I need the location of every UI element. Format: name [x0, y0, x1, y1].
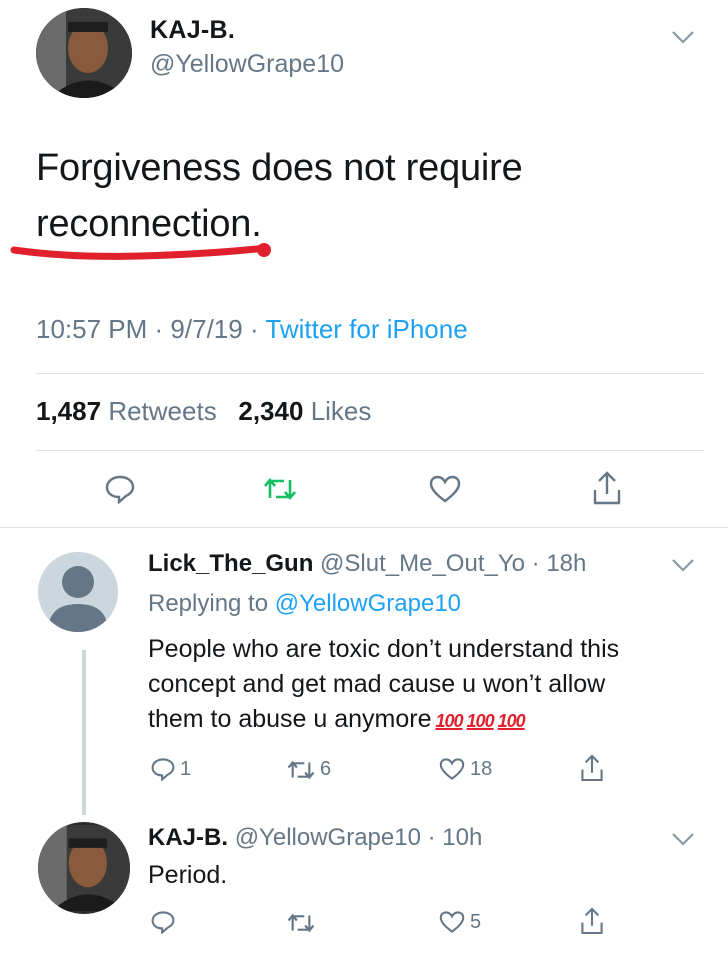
retweet-button[interactable]	[286, 912, 316, 934]
likes-stat[interactable]: 2,340 Likes	[238, 396, 371, 426]
avatar[interactable]	[36, 8, 132, 98]
retweet-count: 6	[320, 758, 332, 780]
profile-placeholder-icon	[38, 552, 118, 632]
tweet-stats: 1,487 Retweets 2,340 Likes	[36, 396, 371, 427]
reply-age: 18h	[546, 550, 587, 577]
replying-to-label: Replying to	[148, 590, 269, 617]
replying-to: Replying to @YellowGrape10	[148, 590, 461, 618]
likes-count: 2,340	[238, 396, 304, 426]
divider	[36, 450, 704, 451]
tweet-time: 10:57 PM	[36, 314, 148, 344]
likes-label: Likes	[310, 396, 372, 426]
reply-icon	[105, 475, 135, 504]
red-underline-annotation	[10, 243, 271, 260]
reply-age: 10h	[442, 824, 483, 851]
separator: ·	[420, 824, 443, 851]
replying-to-handle[interactable]: @YellowGrape10	[275, 590, 461, 617]
reply-text-line: them to abuse u anymore 100 100 100	[148, 702, 708, 739]
reply-text: People who are toxic don’t understand th…	[148, 632, 708, 739]
divider	[0, 527, 728, 528]
retweets-stat[interactable]: 1,487 Retweets	[36, 396, 217, 426]
like-count: 5	[470, 910, 482, 933]
reply-text-line: concept and get mad cause u won’t allow	[148, 670, 606, 698]
like-button[interactable]	[428, 474, 462, 504]
share-icon	[581, 907, 603, 935]
like-icon	[429, 475, 461, 503]
reply-text-line: People who are toxic don’t understand th…	[148, 635, 620, 663]
hundred-points-emoji: 100	[435, 711, 464, 731]
divider	[36, 373, 704, 374]
tweet-text-line: Forgiveness does not require	[36, 147, 523, 189]
reply-count: 1	[180, 757, 192, 780]
like-count: 18	[470, 757, 493, 780]
tweet-source-link[interactable]: Twitter for iPhone	[265, 314, 467, 344]
hundred-points-emoji: 100	[466, 711, 495, 731]
like-icon	[439, 911, 465, 933]
retweet-button[interactable]: 6	[286, 758, 331, 781]
share-icon	[581, 754, 603, 782]
separator: ·	[154, 314, 171, 344]
reply-button[interactable]	[104, 474, 136, 504]
hundred-points-emoji: 100	[497, 711, 526, 731]
separator: ·	[524, 550, 547, 577]
retweet-icon	[287, 760, 315, 779]
author-name[interactable]: KAJ-B.	[150, 16, 235, 45]
reply-author-handle[interactable]: @Slut_Me_Out_Yo	[320, 550, 525, 577]
share-button[interactable]	[580, 753, 604, 783]
reply-header: Lick_The_Gun @Slut_Me_Out_Yo · 18h	[148, 550, 586, 578]
reply-author-name[interactable]: Lick_The_Gun	[148, 550, 313, 577]
reply-button[interactable]	[150, 910, 176, 934]
like-button[interactable]: 18	[438, 757, 492, 781]
chevron-down-icon[interactable]	[670, 556, 696, 574]
reply-author-handle[interactable]: @YellowGrape10	[235, 824, 421, 851]
chevron-down-icon[interactable]	[670, 28, 696, 46]
share-button[interactable]	[592, 470, 622, 506]
like-button[interactable]: 5	[438, 910, 481, 934]
retweet-icon	[287, 913, 315, 933]
thread-connector	[82, 650, 86, 815]
chevron-down-icon[interactable]	[670, 830, 696, 848]
reply-button[interactable]: 1	[150, 757, 191, 781]
reply-icon	[151, 758, 175, 781]
share-button[interactable]	[580, 906, 604, 936]
avatar[interactable]	[38, 822, 130, 914]
separator: ·	[249, 314, 266, 344]
retweet-icon	[264, 477, 296, 501]
retweets-count: 1,487	[36, 396, 102, 426]
reply-author-name[interactable]: KAJ-B.	[148, 824, 228, 851]
share-icon	[593, 471, 621, 505]
reply-icon	[151, 911, 175, 934]
tweet-header: KAJ-B. @YellowGrape10	[0, 0, 728, 110]
retweets-label: Retweets	[108, 396, 217, 426]
like-icon	[439, 758, 465, 780]
reply-header: KAJ-B. @YellowGrape10 · 10h	[148, 824, 482, 852]
default-avatar[interactable]	[38, 552, 118, 632]
tweet-meta: 10:57 PM · 9/7/19 · Twitter for iPhone	[36, 314, 468, 345]
retweet-button[interactable]	[262, 476, 298, 502]
reply-text: Period.	[148, 861, 228, 889]
author-handle[interactable]: @YellowGrape10	[150, 50, 344, 79]
tweet-date: 9/7/19	[170, 314, 243, 344]
reply-text-segment: them to abuse u anymore	[148, 705, 432, 733]
